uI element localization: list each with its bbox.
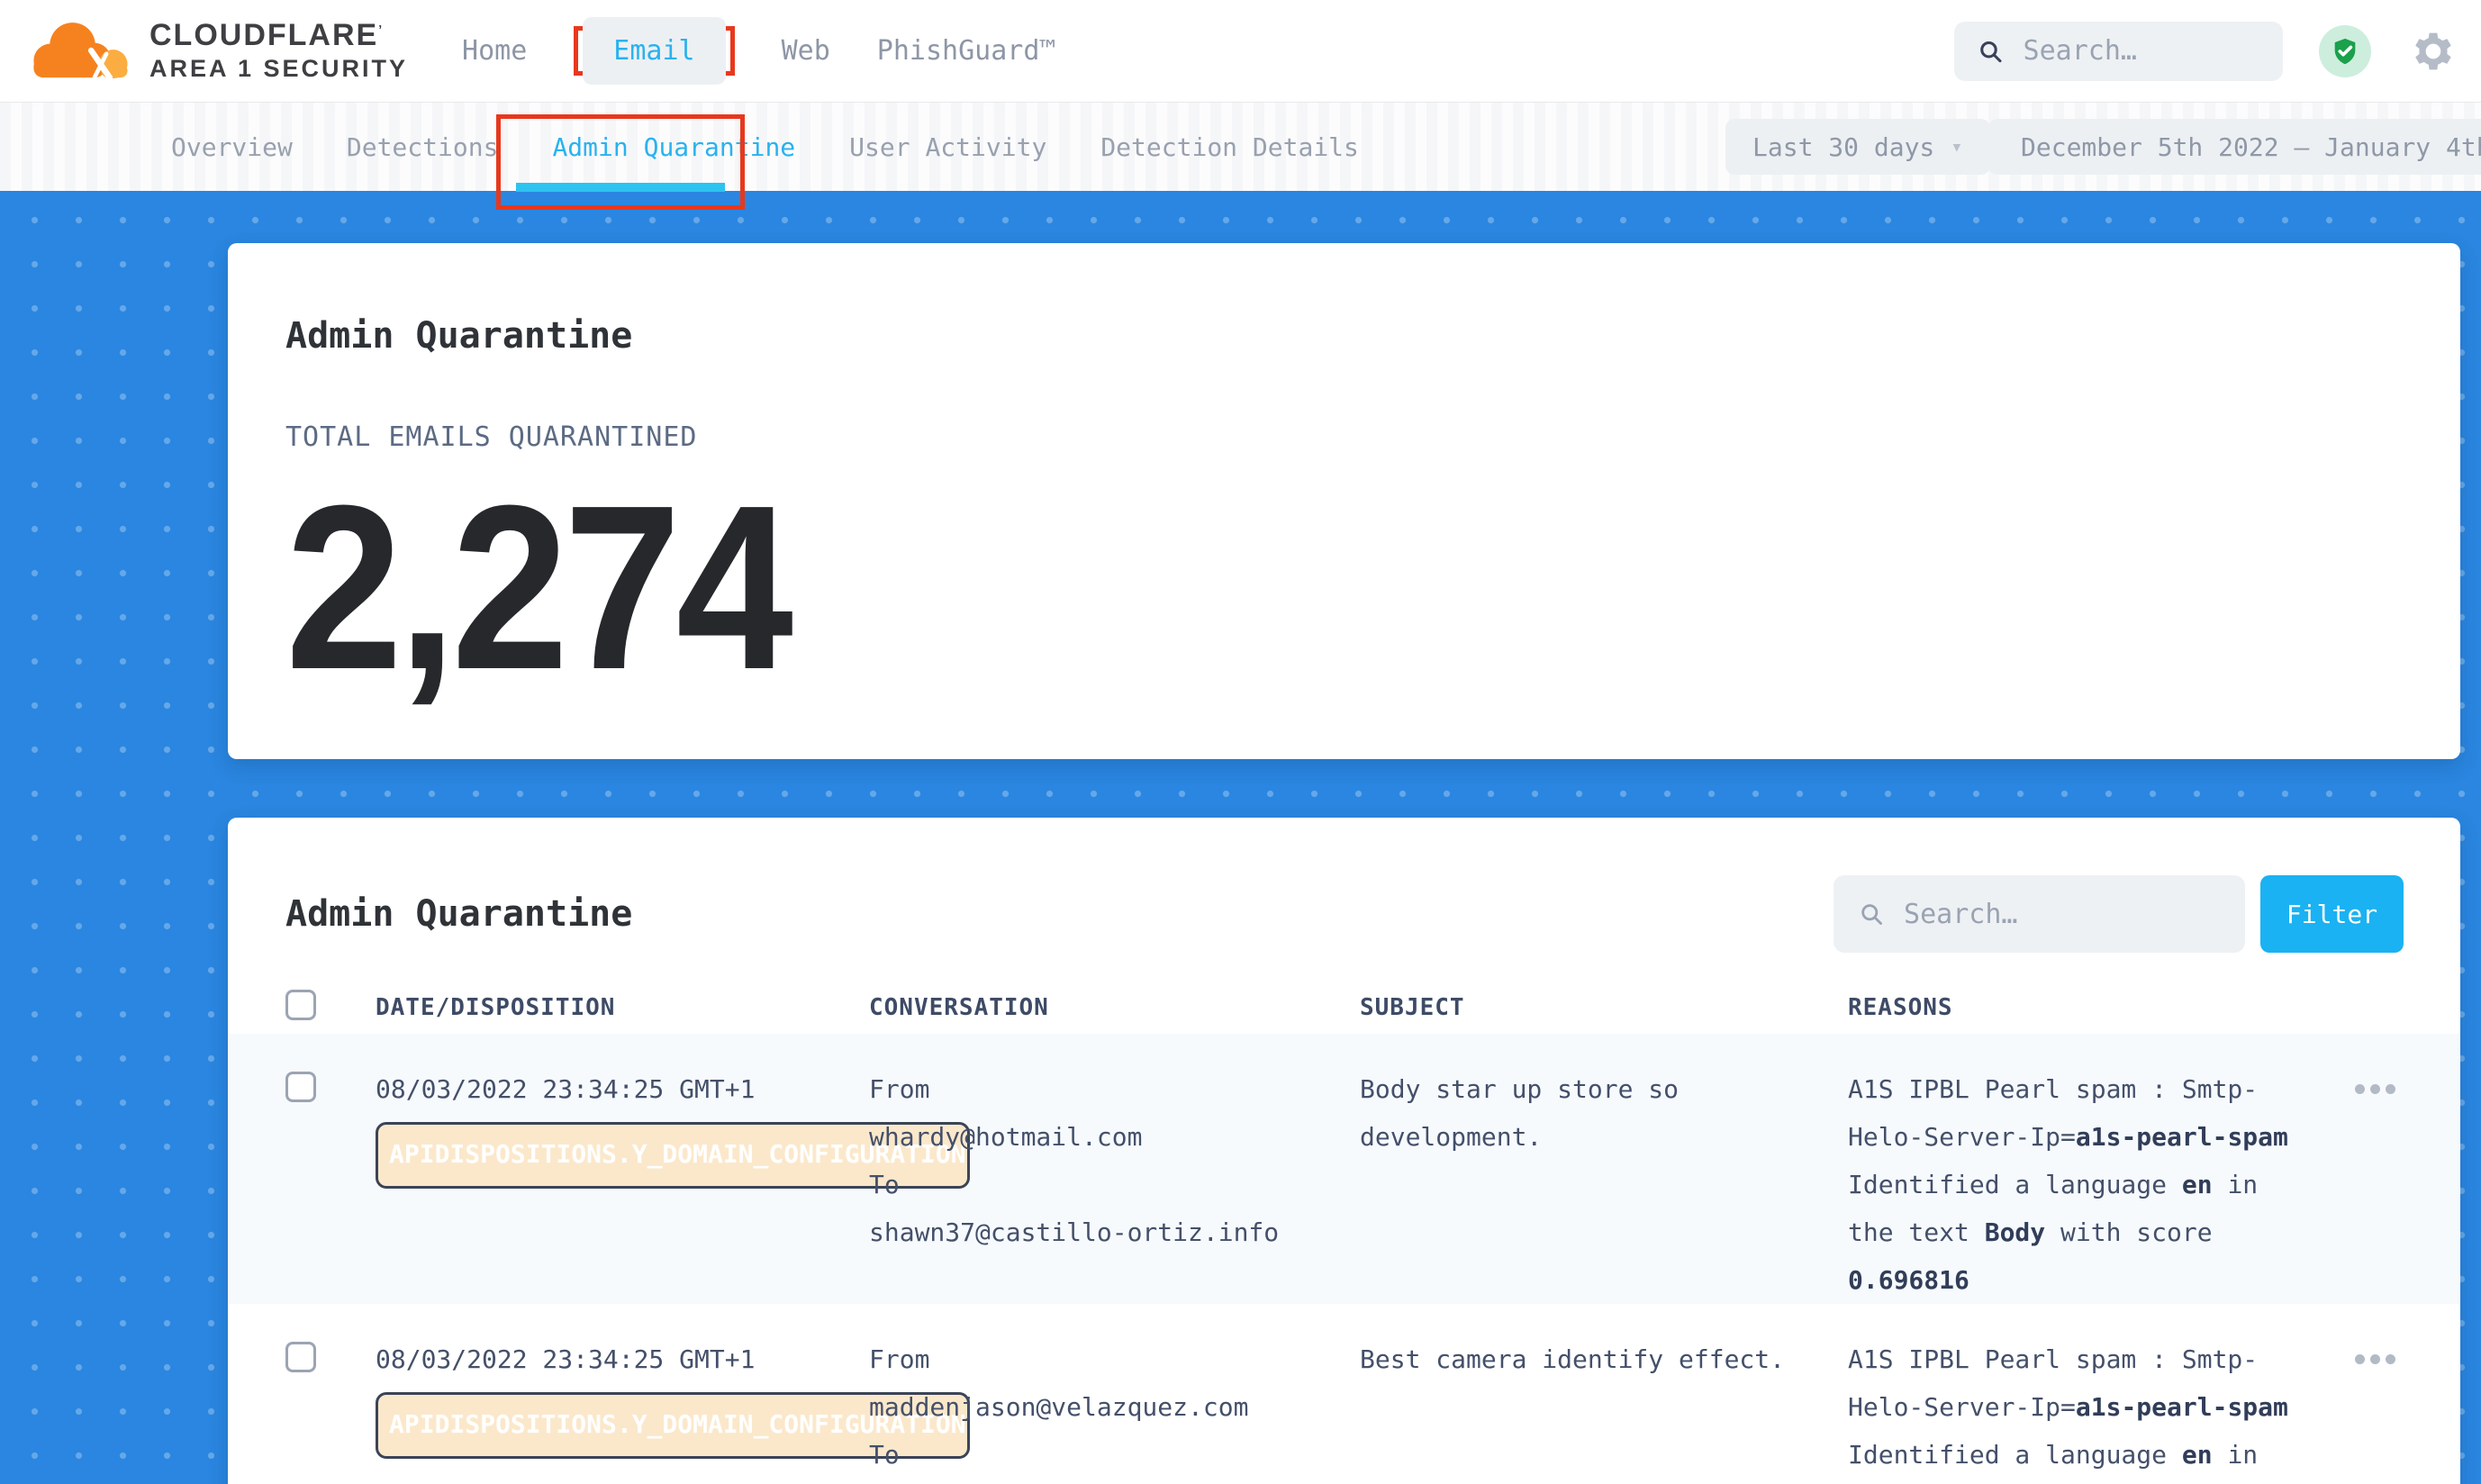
primary-nav: Home Email Web PhishGuard™ [462,26,1055,76]
to-label: To [869,1431,1360,1479]
brand-subtitle: AREA 1 SECURITY [149,55,408,83]
date-range-selector-label: Last 30 days [1752,132,1934,162]
section-tabs-bar: Overview Detections Admin Quarantine Use… [0,102,2481,191]
header-right [1954,22,2452,81]
tab-user-activity[interactable]: User Activity [849,132,1046,162]
date-range-selector[interactable]: Last 30 days ▾ [1725,119,1990,175]
from-label: From [869,1065,1360,1113]
table-header-row: DATE/DISPOSITION CONVERSATION SUBJECT RE… [228,982,2460,1034]
cloudflare-cloud-icon [25,16,135,86]
column-header-subject: SUBJECT [1360,994,1848,1021]
row-reasons: A1S IPBL Pearl spam : Smtp-Helo-Server-I… [1848,1335,2355,1484]
table-body: 08/03/2022 23:34:25 GMT+1 APIDISPOSITION… [228,1034,2460,1484]
annotation-box-admin-quarantine [496,114,745,210]
table-search-input[interactable] [1904,899,2220,930]
annotation-box-email: Email [574,26,734,76]
to-label: To [869,1161,1360,1208]
row-subject: Best camera identify effect. [1360,1335,1848,1383]
quarantine-card-title: Admin Quarantine [285,893,1834,935]
column-header-conversation: CONVERSATION [869,994,1360,1021]
nav-item-email[interactable]: Email [583,17,725,85]
brand-name: CLOUDFLARE’ [149,19,408,52]
date-range-display[interactable]: December 5th 2022 — January 4th 2023 [1988,119,2481,175]
from-address[interactable]: whardy@hotmail.com [869,1113,1360,1161]
gear-icon[interactable] [2407,29,2452,74]
search-icon [1859,900,1884,928]
summary-card-title: Admin Quarantine [285,243,2460,357]
from-label: From [869,1335,1360,1383]
global-search-input[interactable] [2024,35,2259,67]
brand-trademark: ’ [378,23,384,37]
quarantine-table: DATE/DISPOSITION CONVERSATION SUBJECT RE… [228,982,2460,1484]
summary-card: Admin Quarantine TOTAL EMAILS QUARANTINE… [228,243,2460,759]
tab-detection-details[interactable]: Detection Details [1100,132,1359,162]
metric-value: 2,274 [285,489,789,688]
filter-button[interactable]: Filter [2260,875,2404,953]
tab-detections[interactable]: Detections [347,132,499,162]
nav-item-home[interactable]: Home [462,35,527,67]
quarantine-card-header: Admin Quarantine Filter [228,818,2460,953]
table-row: 08/03/2022 23:34:25 GMT+1 APIDISPOSITION… [228,1304,2460,1484]
select-all-checkbox[interactable] [285,990,316,1020]
to-address[interactable]: bradleyrodriguez@copeland.net [869,1479,1360,1484]
ellipsis-icon[interactable] [2355,1354,2395,1364]
shield-check-icon [2330,36,2360,67]
security-status-badge[interactable] [2319,25,2371,77]
ellipsis-icon[interactable] [2355,1084,2395,1094]
caret-down-icon: ▾ [1951,136,1962,158]
tab-overview[interactable]: Overview [171,132,293,162]
cloudflare-logo: CLOUDFLARE’ AREA 1 SECURITY [25,16,408,86]
row-reasons: A1S IPBL Pearl spam : Smtp-Helo-Server-I… [1848,1065,2355,1304]
row-date: 08/03/2022 23:34:25 GMT+1 [376,1072,869,1108]
quarantine-card: Admin Quarantine Filter DATE/DISPOSITION… [228,818,2460,1484]
column-header-date: DATE/DISPOSITION [376,994,869,1021]
search-icon [1978,36,2004,67]
nav-item-web[interactable]: Web [782,35,830,67]
global-search[interactable] [1954,22,2283,81]
to-address[interactable]: shawn37@castillo-ortiz.info [869,1208,1360,1256]
top-header: CLOUDFLARE’ AREA 1 SECURITY Home Email W… [0,0,2481,102]
column-header-reasons: REASONS [1848,994,2355,1021]
row-checkbox[interactable] [285,1072,316,1102]
row-conversation: From whardy@hotmail.com To shawn37@casti… [869,1065,1360,1256]
metric-label: TOTAL EMAILS QUARANTINED [285,421,2460,453]
table-search[interactable] [1834,875,2245,953]
row-checkbox[interactable] [285,1342,316,1372]
date-range-text: December 5th 2022 — January 4th 2023 [2021,132,2481,162]
row-conversation: From maddenjason@velazquez.com To bradle… [869,1335,1360,1484]
page-background: Admin Quarantine TOTAL EMAILS QUARANTINE… [0,191,2481,1484]
row-subject: Body star up store so development. [1360,1065,1848,1161]
row-date: 08/03/2022 23:34:25 GMT+1 [376,1342,869,1378]
table-row: 08/03/2022 23:34:25 GMT+1 APIDISPOSITION… [228,1034,2460,1304]
nav-item-phishguard[interactable]: PhishGuard™ [877,35,1056,67]
section-tabs: Overview Detections Admin Quarantine Use… [171,103,1359,192]
from-address[interactable]: maddenjason@velazquez.com [869,1383,1360,1431]
